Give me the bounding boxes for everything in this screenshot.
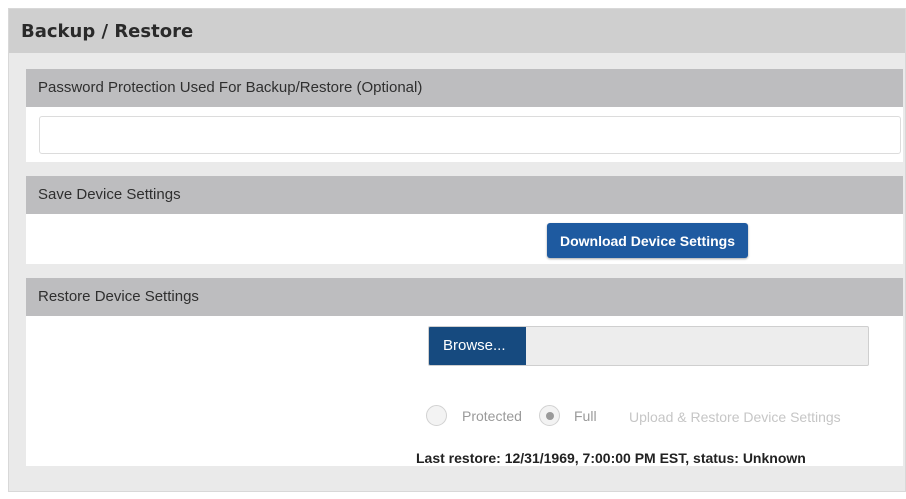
file-picker[interactable]: Browse...	[428, 326, 869, 366]
backup-password-input[interactable]	[39, 116, 901, 154]
restore-settings-panel: Restore Device Settings Browse... Protec…	[26, 278, 903, 466]
backup-restore-page: Backup / Restore Password Protection Use…	[8, 8, 906, 492]
upload-restore-button[interactable]: Upload & Restore Device Settings	[629, 409, 841, 425]
restore-panel-header: Restore Device Settings	[26, 278, 903, 316]
radio-protected[interactable]	[426, 405, 447, 426]
password-protection-panel: Password Protection Used For Backup/Rest…	[26, 69, 903, 162]
browse-button[interactable]: Browse...	[429, 327, 526, 365]
radio-protected-label: Protected	[462, 408, 522, 424]
radio-full-label: Full	[574, 408, 597, 424]
save-panel-header: Save Device Settings	[26, 176, 903, 214]
restore-mode-group: Protected Full	[426, 405, 606, 427]
radio-full[interactable]	[539, 405, 560, 426]
save-settings-panel: Save Device Settings Download Device Set…	[26, 176, 903, 264]
download-device-settings-button[interactable]: Download Device Settings	[547, 223, 748, 258]
page-header: Backup / Restore	[9, 9, 905, 53]
password-panel-header: Password Protection Used For Backup/Rest…	[26, 69, 903, 107]
last-restore-status: Last restore: 12/31/1969, 7:00:00 PM EST…	[416, 450, 806, 466]
page-title: Backup / Restore	[21, 21, 194, 42]
